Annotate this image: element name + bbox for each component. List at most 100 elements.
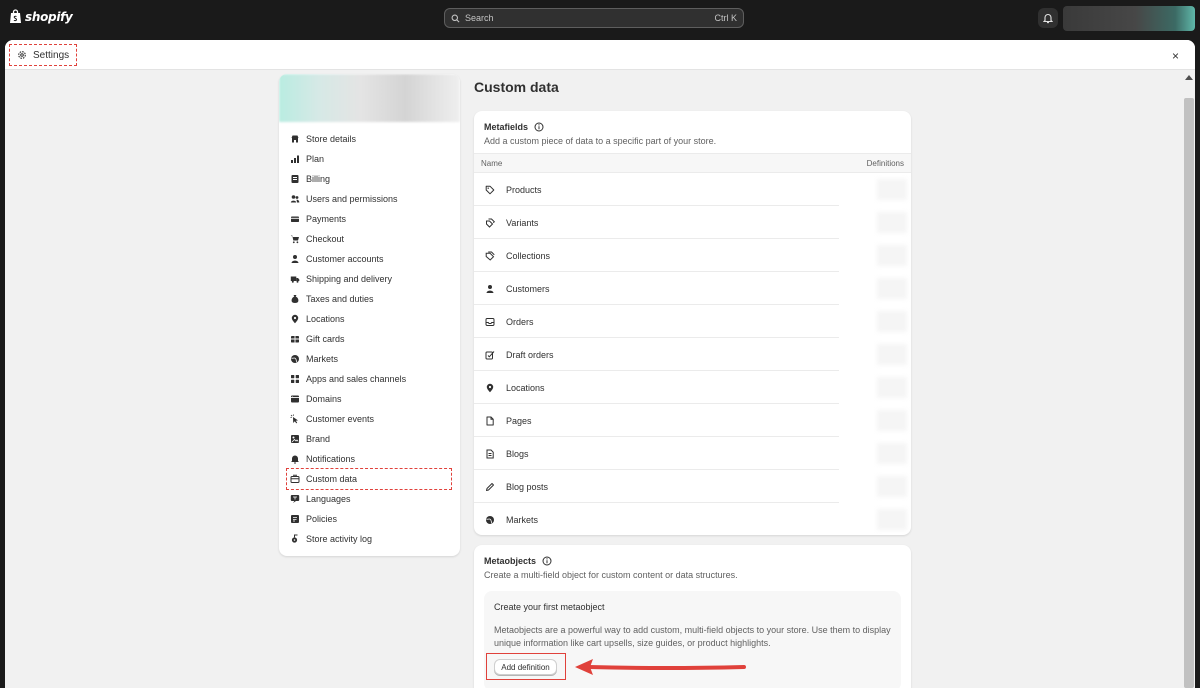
sidebar-item-store-details[interactable]: Store details [279, 129, 460, 149]
metaobjects-description: Create a multi-field object for custom c… [484, 570, 738, 580]
column-name: Name [481, 158, 503, 168]
sidebar-item-billing[interactable]: Billing [279, 169, 460, 189]
definitions-count [877, 443, 907, 464]
metafield-row-collections[interactable]: Collections [474, 239, 911, 272]
metafield-row-customers[interactable]: Customers [474, 272, 911, 305]
search-shortcut: Ctrl K [714, 13, 738, 23]
sidebar-item-brand[interactable]: Brand [279, 429, 460, 449]
metafield-row-blog-posts[interactable]: Blog posts [474, 470, 911, 503]
language-icon [290, 495, 300, 503]
globe-icon [486, 515, 494, 524]
scrollbar[interactable] [1181, 70, 1195, 688]
metaobjects-heading-text: Metaobjects [484, 556, 537, 566]
metafield-row-draft-orders[interactable]: Draft orders [474, 338, 911, 371]
apps-icon [291, 375, 299, 383]
notifications-button[interactable] [1038, 8, 1058, 28]
globe-icon [291, 355, 299, 363]
sidebar-item-checkout[interactable]: Checkout [279, 229, 460, 249]
sidebar-item-notifications[interactable]: Notifications [279, 449, 460, 469]
store-icon [291, 135, 299, 143]
sidebar-item-languages[interactable]: Languages [279, 489, 460, 509]
sidebar-item-label: Taxes and duties [306, 294, 374, 304]
metaobjects-heading: Metaobjects [484, 556, 552, 566]
sidebar-item-customer-accounts[interactable]: Customer accounts [279, 249, 460, 269]
modal-header: Settings × [5, 40, 1195, 70]
sidebar-item-domains[interactable]: Domains [279, 389, 460, 409]
metafields-heading: Metafields [484, 122, 544, 132]
sidebar-item-label: Store details [306, 134, 357, 144]
sidebar-item-locations[interactable]: Locations [279, 309, 460, 329]
metafield-row-label: Locations [506, 382, 545, 393]
close-icon[interactable]: × [1172, 49, 1179, 63]
search-placeholder: Search [465, 13, 494, 23]
sidebar-item-policies[interactable]: Policies [279, 509, 460, 529]
sidebar-item-shipping-and-delivery[interactable]: Shipping and delivery [279, 269, 460, 289]
metafields-table-header: Name Definitions [474, 153, 911, 173]
store-switcher[interactable] [1063, 6, 1195, 31]
metafield-row-products[interactable]: Products [474, 173, 911, 206]
info-icon[interactable] [542, 556, 552, 566]
plan-icon [291, 155, 299, 163]
sidebar-item-customer-events[interactable]: Customer events [279, 409, 460, 429]
settings-nav-list: Store details Plan Billing Users and permis… [279, 129, 460, 549]
sidebar-item-label: Gift cards [306, 334, 345, 344]
sidebar-item-label: Store activity log [306, 534, 373, 544]
bell-icon [291, 455, 299, 464]
add-definition-button[interactable]: Add definition [494, 659, 557, 675]
brand-icon [291, 435, 299, 443]
modal-title-text: Settings [33, 49, 70, 61]
top-bar: shopify Search Ctrl K [0, 0, 1200, 36]
metafield-row-pages[interactable]: Pages [474, 404, 911, 437]
shopify-logo[interactable]: shopify [9, 9, 73, 24]
cursor-icon [290, 414, 298, 424]
metafield-row-label: Customers [506, 283, 550, 294]
location-icon [486, 383, 494, 392]
metafields-description: Add a custom piece of data to a specific… [484, 136, 717, 146]
store-banner [279, 74, 460, 122]
activity-icon [291, 534, 298, 543]
settings-modal: Settings × Store details Plan Billing Users… [5, 40, 1195, 688]
sidebar-item-label: Locations [306, 314, 345, 324]
sidebar-item-payments[interactable]: Payments [279, 209, 460, 229]
users-icon [290, 195, 300, 203]
sidebar-item-label: Policies [306, 514, 338, 524]
gear-icon [18, 51, 26, 59]
sidebar-item-label: Notifications [306, 454, 356, 464]
sidebar-item-plan[interactable]: Plan [279, 149, 460, 169]
person-icon [486, 284, 494, 293]
sidebar-item-custom-data[interactable]: Custom data [279, 468, 460, 490]
sidebar-item-taxes-and-duties[interactable]: Taxes and duties [279, 289, 460, 309]
sidebar-item-users-and-permissions[interactable]: Users and permissions [279, 189, 460, 209]
info-icon[interactable] [534, 122, 544, 132]
inbox-icon [485, 317, 495, 326]
search-bar[interactable]: Search Ctrl K [444, 8, 744, 28]
sidebar-item-label: Markets [306, 354, 339, 364]
metafield-row-label: Products [506, 184, 542, 195]
sidebar-item-markets[interactable]: Markets [279, 349, 460, 369]
sidebar-item-apps-and-sales-channels[interactable]: Apps and sales channels [279, 369, 460, 389]
scroll-up-icon[interactable] [1185, 75, 1193, 80]
sidebar-item-label: Shipping and delivery [306, 274, 393, 284]
sidebar-item-gift-cards[interactable]: Gift cards [279, 329, 460, 349]
sidebar-item-label: Apps and sales channels [306, 374, 407, 384]
metafield-row-markets[interactable]: Markets [474, 503, 911, 535]
metafield-row-label: Markets [506, 514, 539, 525]
metafield-row-variants[interactable]: Variants [474, 206, 911, 239]
add-definition-highlight: Add definition [486, 653, 566, 680]
settings-sidebar: Store details Plan Billing Users and permis… [279, 74, 460, 556]
metafield-row-blogs[interactable]: Blogs [474, 437, 911, 470]
definitions-count [877, 476, 907, 497]
sidebar-item-label: Custom data [306, 474, 358, 484]
definitions-count [877, 377, 907, 398]
modal-title: Settings [9, 44, 78, 66]
sidebar-item-label: Customer accounts [306, 254, 384, 264]
metafield-row-orders[interactable]: Orders [474, 305, 911, 338]
sidebar-item-store-activity-log[interactable]: Store activity log [279, 529, 460, 549]
metafield-row-locations[interactable]: Locations [474, 371, 911, 404]
sidebar-item-label: Users and permissions [306, 194, 398, 204]
billing-icon [291, 175, 299, 183]
scrollbar-thumb[interactable] [1184, 98, 1194, 688]
metafields-card: Metafields Add a custom piece of data to… [474, 111, 911, 535]
tag-icon [485, 185, 495, 194]
custom-data-icon [290, 474, 300, 483]
